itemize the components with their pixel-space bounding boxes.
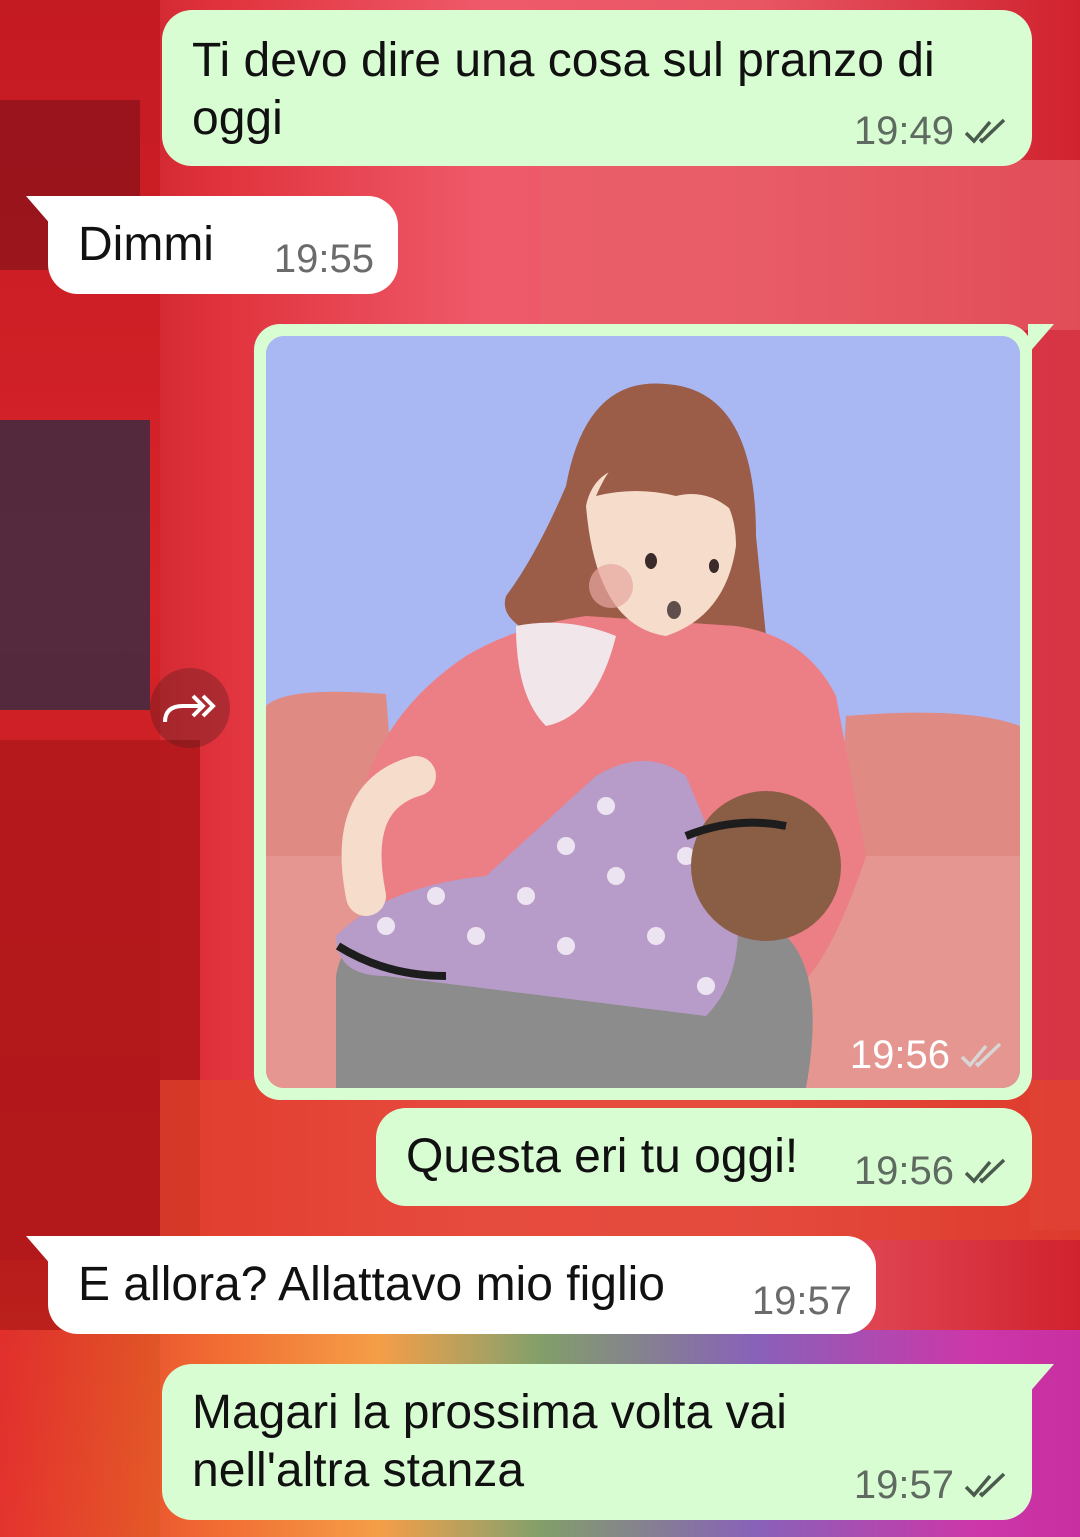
double-check-icon [964,118,1006,144]
breastfeeding-illustration [266,336,1020,1088]
message-time: 19:57 [853,1463,954,1507]
bubble-tail [26,196,52,226]
message-text: Questa eri tu oggi! [406,1130,799,1183]
shared-image[interactable] [266,336,1020,1088]
message-time: 19:49 [853,109,954,153]
message-time: 19:56 [849,1033,950,1077]
message-image[interactable]: 19:56 [254,324,1054,1100]
message-text: Magari la prossima volta vai [192,1386,787,1439]
double-check-icon [964,1472,1006,1498]
message-time: 19:55 [273,237,374,281]
message-outgoing[interactable]: Questa eri tu oggi! 19:56 [376,1108,1032,1206]
forward-button[interactable] [150,668,230,748]
message-text: Ti devo dire una cosa sul pranzo di [192,34,935,87]
message-outgoing[interactable]: Ti devo dire una cosa sul pranzo di oggi… [162,10,1032,166]
message-text: nell'altra stanza [192,1444,525,1497]
bubble-tail [1028,1364,1054,1394]
message-incoming[interactable]: Dimmi 19:55 [26,196,398,294]
forward-icon [163,694,216,723]
double-check-icon [964,1158,1006,1184]
message-text: oggi [192,92,283,145]
double-check-icon [960,1042,1002,1068]
bubble-tail [1028,324,1054,354]
bubble-tail [26,1236,52,1266]
message-incoming[interactable]: E allora? Allattavo mio figlio 19:57 [26,1236,876,1334]
message-text: Dimmi [78,218,214,271]
message-time: 19:56 [853,1149,954,1193]
message-time: 19:57 [751,1279,852,1323]
message-text: E allora? Allattavo mio figlio [78,1258,665,1311]
message-outgoing[interactable]: Magari la prossima volta vai nell'altra … [162,1364,1054,1520]
